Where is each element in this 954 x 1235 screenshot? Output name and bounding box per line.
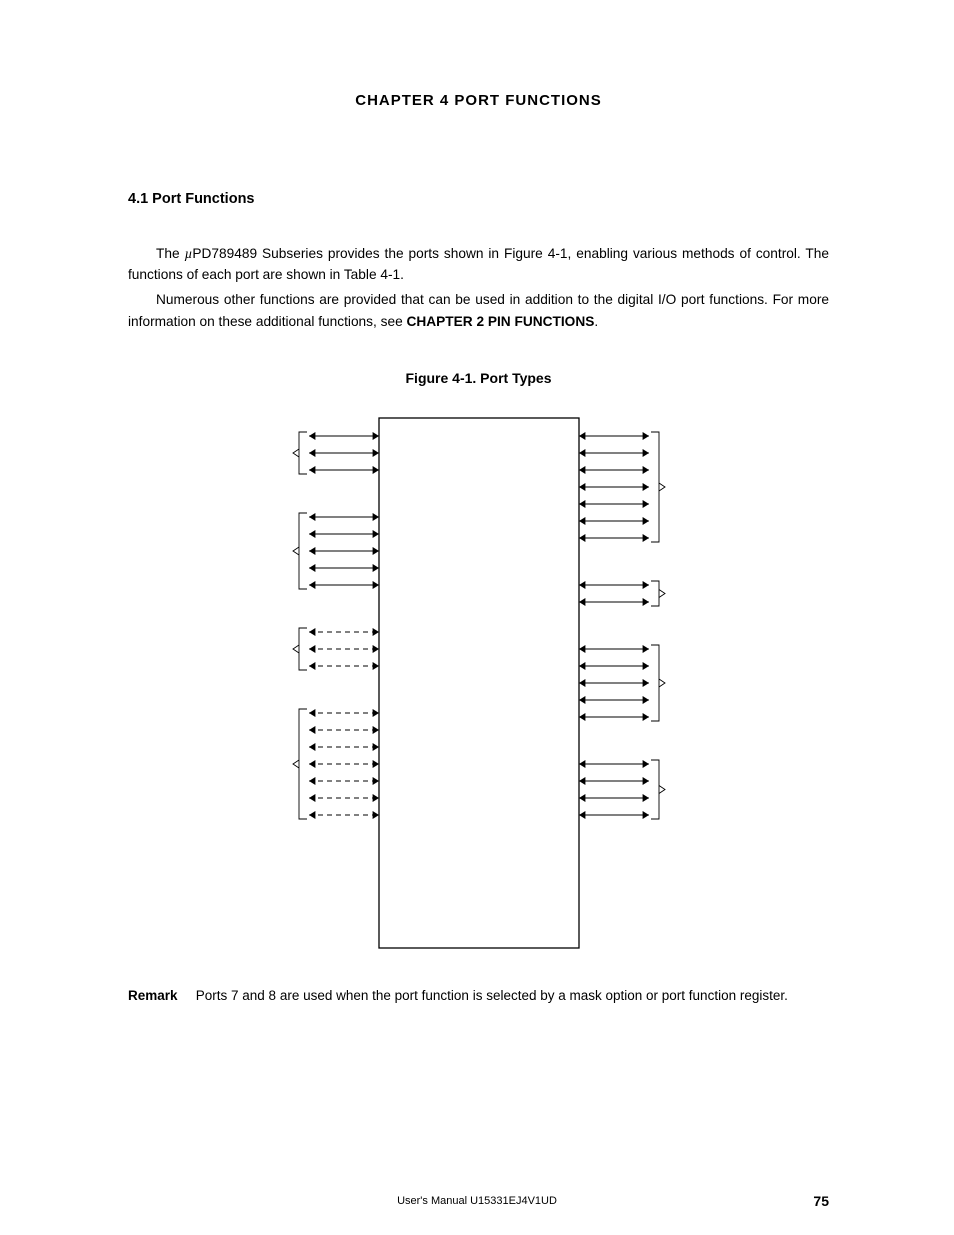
paragraph-1: The µPD789489 Subseries provides the por… bbox=[128, 243, 829, 285]
remark-text: Ports 7 and 8 are used when the port fun… bbox=[196, 988, 788, 1003]
footer-center-text: User's Manual U15331EJ4V1UD bbox=[0, 1195, 954, 1207]
page: CHAPTER 4 PORT FUNCTIONS 4.1 Port Functi… bbox=[0, 0, 954, 1235]
page-number: 75 bbox=[813, 1193, 829, 1209]
p2-ref: CHAPTER 2 PIN FUNCTIONS bbox=[407, 314, 595, 329]
chapter-title: CHAPTER 4 PORT FUNCTIONS bbox=[128, 92, 829, 109]
p1-text-a: The bbox=[156, 246, 185, 261]
remark-label: Remark bbox=[128, 988, 192, 1003]
remark: Remark Ports 7 and 8 are used when the p… bbox=[128, 988, 829, 1003]
figure-caption: Figure 4-1. Port Types bbox=[128, 370, 829, 386]
paragraph-2: Numerous other functions are provided th… bbox=[128, 289, 829, 331]
p1-text-b: PD789489 Subseries provides the ports sh… bbox=[128, 246, 829, 282]
p2-text-c: . bbox=[594, 314, 598, 329]
figure bbox=[128, 408, 829, 958]
section-heading: 4.1 Port Functions bbox=[128, 191, 829, 207]
port-types-svg bbox=[264, 408, 694, 958]
